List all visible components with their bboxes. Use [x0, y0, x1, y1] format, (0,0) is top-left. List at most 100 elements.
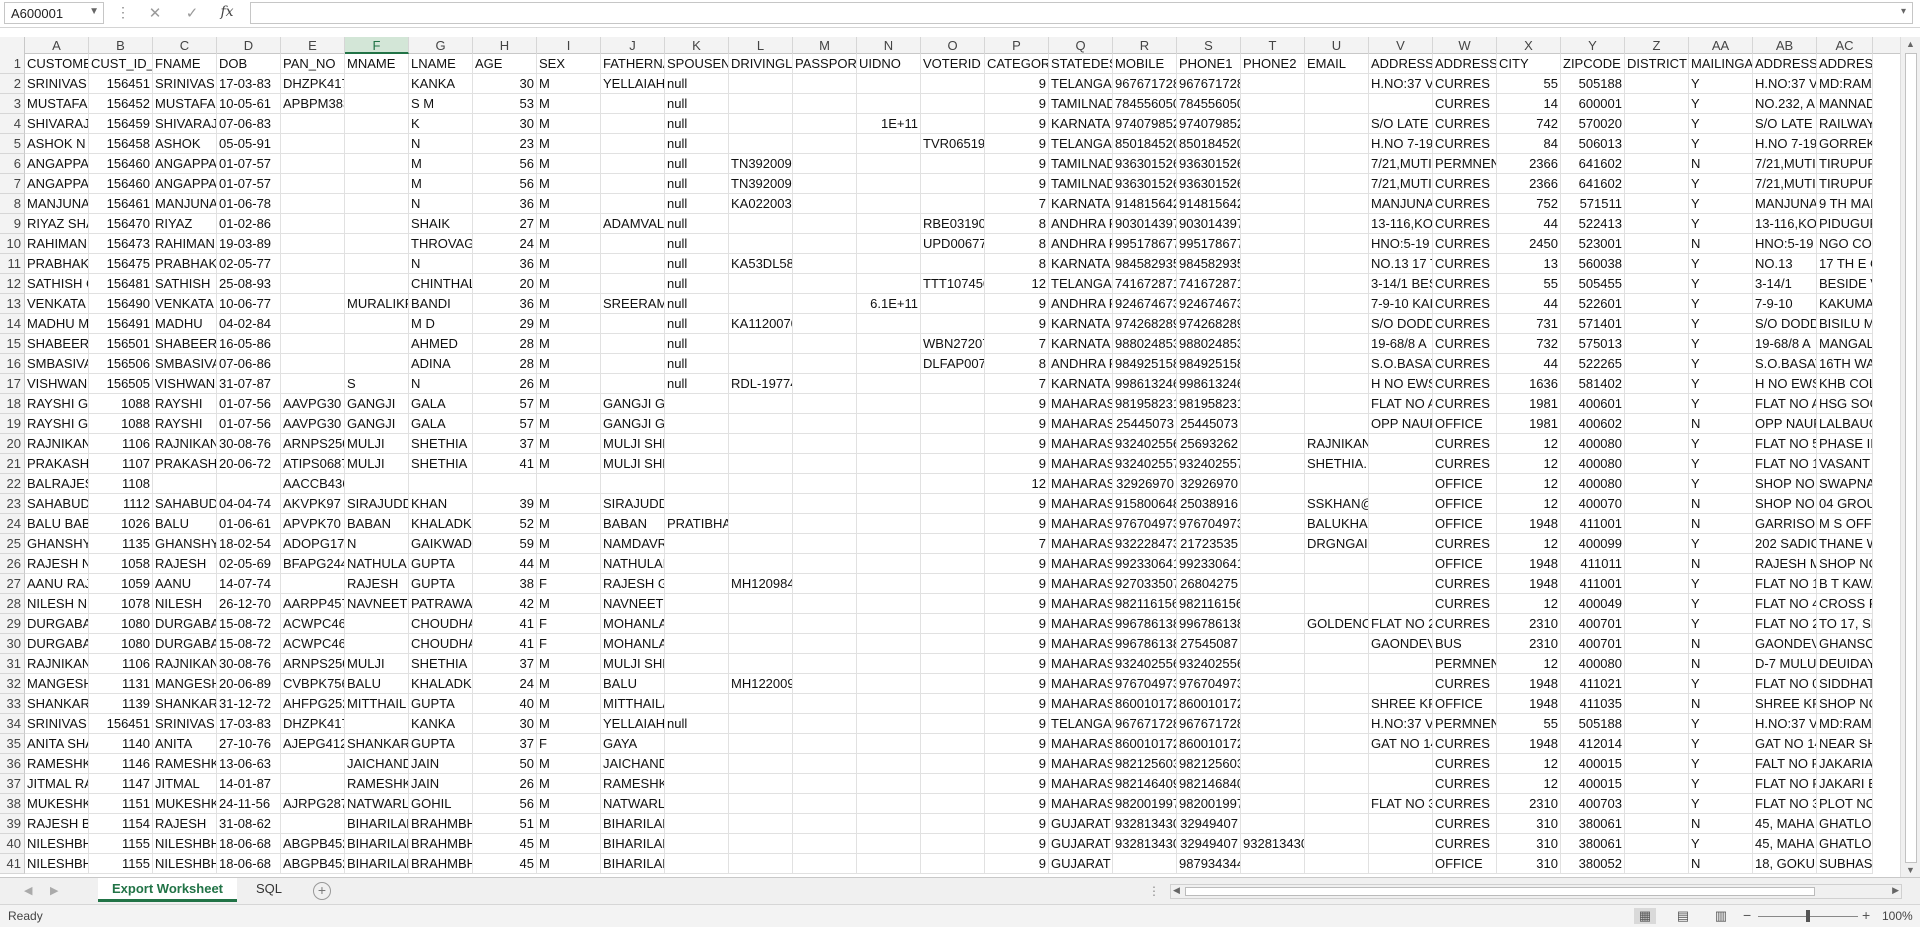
select-all-corner[interactable] — [0, 37, 25, 54]
cell[interactable]: 400049 — [1561, 594, 1625, 614]
cell[interactable]: GUJARAT — [1049, 814, 1113, 834]
cell[interactable]: GANGJI — [345, 394, 409, 414]
cell[interactable]: ANGAPPA — [153, 154, 217, 174]
cell[interactable] — [665, 394, 729, 414]
cell[interactable]: 9324025577 — [1177, 454, 1241, 474]
cell[interactable] — [857, 714, 921, 734]
cell[interactable]: GANGJI GALA — [601, 394, 665, 414]
cell[interactable]: 9 — [985, 754, 1049, 774]
cell[interactable] — [1625, 554, 1689, 574]
cell[interactable] — [345, 234, 409, 254]
cell[interactable]: N — [409, 134, 473, 154]
cell[interactable]: 16TH WAR RE — [1817, 354, 1873, 374]
cell[interactable]: M — [537, 694, 601, 714]
cell[interactable]: AGE — [473, 54, 537, 74]
cell[interactable]: SHABEER — [153, 334, 217, 354]
cell[interactable]: 9 — [985, 294, 1049, 314]
cell[interactable]: SHOP NO — [1753, 474, 1817, 494]
cell[interactable]: SIRAJUDD — [345, 494, 409, 514]
cell[interactable] — [1241, 254, 1305, 274]
cell[interactable]: 9 — [985, 494, 1049, 514]
cell[interactable] — [1625, 634, 1689, 654]
cell[interactable]: 156458 — [89, 134, 153, 154]
cell[interactable]: MULJI — [345, 434, 409, 454]
cell[interactable]: 400701 — [1561, 634, 1625, 654]
cell[interactable]: 12 — [1497, 594, 1561, 614]
cell[interactable]: 8600101721 — [1177, 694, 1241, 714]
cell[interactable]: 25445073 — [1177, 414, 1241, 434]
cell[interactable]: TVR065193 — [921, 134, 985, 154]
cell[interactable] — [793, 554, 857, 574]
cell[interactable]: PLOT NO 48 SE — [1817, 794, 1873, 814]
cell[interactable]: 996786138 — [1113, 634, 1177, 654]
cell[interactable]: 1948 — [1497, 554, 1561, 574]
cell[interactable]: 45 — [473, 834, 537, 854]
cell[interactable]: RAJESH — [345, 574, 409, 594]
row-header[interactable]: 31 — [0, 654, 25, 674]
cell[interactable]: PERMNEN — [1433, 654, 1497, 674]
cell[interactable] — [1369, 454, 1433, 474]
cell[interactable] — [665, 634, 729, 654]
cell[interactable]: RAJNIKAN — [153, 434, 217, 454]
cell[interactable] — [729, 734, 793, 754]
cell[interactable]: ACWPC4608G — [281, 614, 345, 634]
cell[interactable]: GHANSOLI TE — [1817, 634, 1873, 654]
cell[interactable]: 995178677 — [1113, 234, 1177, 254]
cell[interactable]: 9 — [985, 114, 1049, 134]
cell[interactable]: 56 — [473, 174, 537, 194]
cell[interactable]: null — [665, 714, 729, 734]
cell[interactable] — [1625, 74, 1689, 94]
cell[interactable] — [857, 454, 921, 474]
cell[interactable] — [345, 134, 409, 154]
row-header[interactable]: 9 — [0, 214, 25, 234]
cell[interactable]: 9821256039 — [1177, 754, 1241, 774]
cell[interactable]: JAIN — [409, 754, 473, 774]
cell[interactable] — [1625, 474, 1689, 494]
row-header[interactable]: 25 — [0, 534, 25, 554]
cell[interactable]: NILESH — [153, 594, 217, 614]
cell[interactable]: 18, GOKUL — [1753, 854, 1817, 874]
cell[interactable]: 7 — [985, 374, 1049, 394]
cell[interactable]: CURRES — [1433, 674, 1497, 694]
cell[interactable] — [1241, 314, 1305, 334]
cell[interactable]: 976704973 — [1113, 674, 1177, 694]
column-header-p[interactable]: P — [985, 37, 1049, 54]
row-header[interactable]: 36 — [0, 754, 25, 774]
cell[interactable] — [601, 94, 665, 114]
cell[interactable]: BALRAJESI — [25, 474, 89, 494]
cell[interactable] — [921, 554, 985, 574]
cell[interactable] — [921, 614, 985, 634]
cell[interactable]: KHALADK — [409, 514, 473, 534]
cell[interactable] — [281, 254, 345, 274]
cell[interactable] — [601, 374, 665, 394]
cell[interactable] — [1625, 414, 1689, 434]
cell[interactable]: 19-03-89 — [217, 234, 281, 254]
formula-input[interactable]: ▾ — [250, 2, 1913, 24]
cell[interactable] — [281, 274, 345, 294]
cell[interactable]: 20 — [473, 274, 537, 294]
cell[interactable]: 12 — [1497, 774, 1561, 794]
cell[interactable]: 914815642 — [1113, 194, 1177, 214]
cell[interactable] — [793, 254, 857, 274]
cell[interactable]: N — [409, 374, 473, 394]
tab-scroll-left-icon[interactable]: ◀ — [24, 884, 32, 897]
cell[interactable]: 411035 — [1561, 694, 1625, 714]
cell[interactable]: 12 — [1497, 454, 1561, 474]
cell[interactable] — [793, 474, 857, 494]
cell[interactable] — [345, 614, 409, 634]
cell[interactable]: 400602 — [1561, 414, 1625, 434]
cell[interactable] — [1625, 434, 1689, 454]
cell[interactable] — [345, 354, 409, 374]
cell[interactable] — [921, 834, 985, 854]
cell[interactable]: 25038916 — [1177, 494, 1241, 514]
cell[interactable]: MADHU — [153, 314, 217, 334]
cell[interactable]: 7 — [985, 334, 1049, 354]
cell[interactable]: 37 — [473, 434, 537, 454]
cell[interactable] — [921, 714, 985, 734]
cell[interactable] — [1625, 294, 1689, 314]
cell[interactable] — [1305, 254, 1369, 274]
cell[interactable]: 1106 — [89, 434, 153, 454]
cell[interactable]: S/O DODD — [1753, 314, 1817, 334]
cell[interactable]: VASANT GAR — [1817, 454, 1873, 474]
cell[interactable]: CURRES — [1433, 814, 1497, 834]
